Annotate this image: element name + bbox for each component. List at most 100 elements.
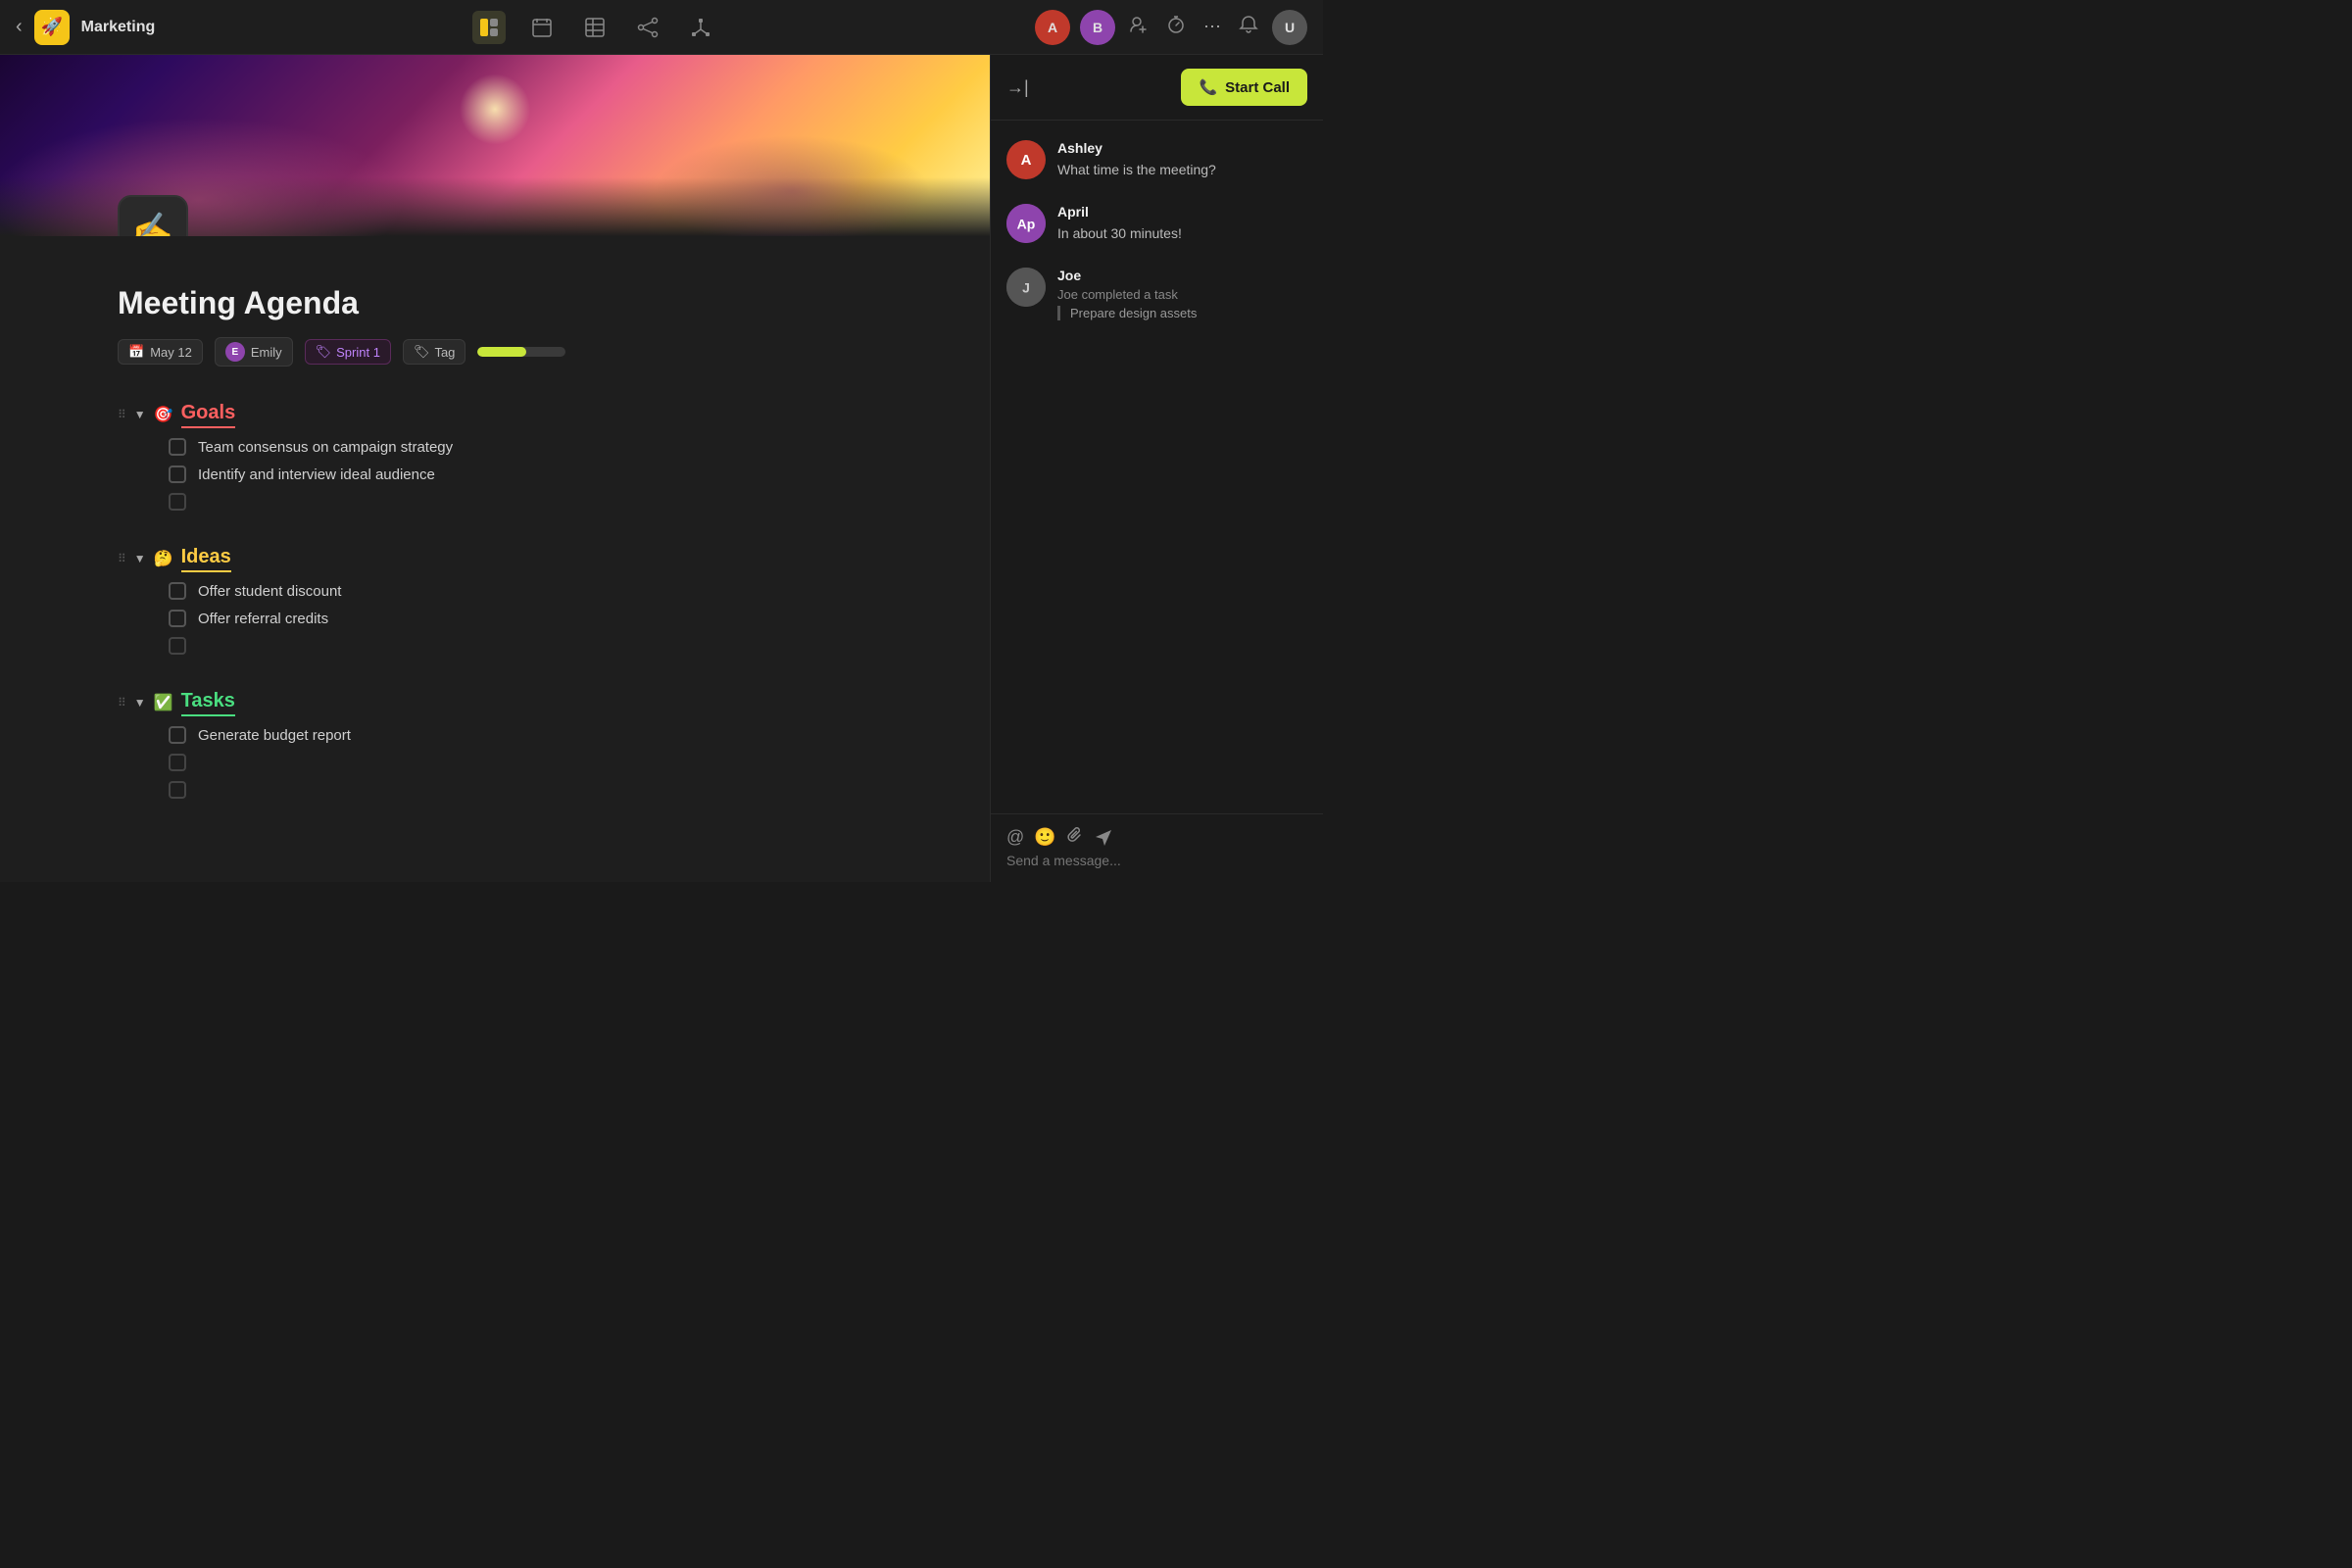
goals-checkbox-3[interactable] xyxy=(169,493,186,511)
progress-container xyxy=(477,347,565,357)
ashley-avatar: A xyxy=(1006,140,1046,179)
ideas-drag-handle[interactable]: ⠿ xyxy=(118,552,124,565)
joe-message-body: Joe Joe completed a task Prepare design … xyxy=(1057,268,1197,320)
meta-tag[interactable]: 🏷 Tag xyxy=(403,339,466,365)
back-button[interactable]: ‹ xyxy=(16,16,23,38)
goals-item-2: Identify and interview ideal audience xyxy=(169,466,872,483)
ideas-collapse-btn[interactable]: ▼ xyxy=(134,552,146,565)
goals-checkbox-1[interactable] xyxy=(169,438,186,456)
svg-text:J: J xyxy=(1022,280,1030,296)
label-icon: 🏷 xyxy=(414,344,430,360)
topnav: ‹ 🚀 Marketing A B ⋯ xyxy=(0,0,1323,55)
ideas-item-2: Offer referral credits xyxy=(169,610,872,627)
april-avatar: Ap xyxy=(1006,204,1046,243)
goals-item-1-text: Team consensus on campaign strategy xyxy=(198,439,453,456)
tasks-item-2 xyxy=(169,754,872,771)
svg-text:Ap: Ap xyxy=(1017,217,1036,232)
nav-center xyxy=(155,11,1035,44)
attachment-button[interactable] xyxy=(1066,826,1084,849)
joe-name: Joe xyxy=(1057,268,1197,283)
meta-tag-value: Tag xyxy=(434,345,455,360)
tasks-item-3 xyxy=(169,781,872,799)
nav-left: ‹ 🚀 Marketing xyxy=(16,10,155,45)
april-name: April xyxy=(1057,204,1182,220)
joe-task-label: Joe completed a task xyxy=(1057,287,1197,302)
goals-drag-handle[interactable]: ⠿ xyxy=(118,408,124,421)
progress-bar-fill xyxy=(477,347,526,357)
mention-button[interactable]: @ xyxy=(1006,827,1024,848)
doc-meta: 📅 May 12 E Emily 🏷 Sprint 1 🏷 Tag xyxy=(118,337,872,367)
send-button[interactable] xyxy=(1094,828,1113,848)
doc-icon: ✍️ xyxy=(118,195,188,236)
document-content: ✍️ Meeting Agenda 📅 May 12 E Emily 🏷 Spr… xyxy=(0,55,990,882)
tool-table[interactable] xyxy=(578,11,612,44)
progress-bar xyxy=(477,347,565,357)
tool-share[interactable] xyxy=(631,11,664,44)
panel-top: →| 📞 Start Call xyxy=(991,55,1323,121)
ideas-item-3 xyxy=(169,637,872,655)
ideas-checkbox-3[interactable] xyxy=(169,637,186,655)
meta-date[interactable]: 📅 May 12 xyxy=(118,339,203,365)
doc-title: Meeting Agenda xyxy=(118,285,872,321)
section-ideas-header: ⠿ ▼ 🤔 Ideas xyxy=(118,546,872,570)
current-user-avatar[interactable]: U xyxy=(1272,10,1307,45)
message-ashley: A Ashley What time is the meeting? xyxy=(1006,140,1307,180)
meta-sprint-value: Sprint 1 xyxy=(336,345,380,360)
calendar-icon: 📅 xyxy=(128,344,144,360)
logo-emoji: 🚀 xyxy=(40,17,62,37)
tool-split[interactable] xyxy=(472,11,506,44)
messages-list: A Ashley What time is the meeting? Ap Ap… xyxy=(991,121,1323,813)
message-joe: J Joe Joe completed a task Prepare desig… xyxy=(1006,268,1307,320)
ideas-checkbox-1[interactable] xyxy=(169,582,186,600)
assignee-avatar: E xyxy=(225,342,245,362)
avatar-user1: A xyxy=(1035,10,1070,45)
tasks-checkbox-2[interactable] xyxy=(169,754,186,771)
ideas-item-2-text: Offer referral credits xyxy=(198,611,328,627)
april-text: In about 30 minutes! xyxy=(1057,223,1182,244)
start-call-button[interactable]: 📞 Start Call xyxy=(1181,69,1307,106)
section-goals: ⠿ ▼ 🎯 Goals Team consensus on campaign s… xyxy=(118,402,872,511)
tasks-items: Generate budget report xyxy=(169,726,872,799)
add-member-button[interactable] xyxy=(1125,11,1152,43)
goals-item-1: Team consensus on campaign strategy xyxy=(169,438,872,456)
panel-collapse-button[interactable]: →| xyxy=(1006,77,1029,98)
goals-title: Goals xyxy=(181,402,236,426)
ashley-name: Ashley xyxy=(1057,140,1216,156)
meta-date-value: May 12 xyxy=(150,345,192,360)
tasks-title: Tasks xyxy=(181,690,235,714)
meta-sprint[interactable]: 🏷 Sprint 1 xyxy=(305,339,391,365)
tasks-emoji: ✅ xyxy=(154,693,173,712)
goals-items: Team consensus on campaign strategy Iden… xyxy=(169,438,872,511)
meta-assignee-name: Emily xyxy=(251,345,282,360)
ideas-checkbox-2[interactable] xyxy=(169,610,186,627)
emoji-button[interactable]: 🙂 xyxy=(1034,827,1055,848)
ideas-emoji: 🤔 xyxy=(154,549,173,568)
tasks-checkbox-1[interactable] xyxy=(169,726,186,744)
tasks-drag-handle[interactable]: ⠿ xyxy=(118,696,124,710)
goals-emoji: 🎯 xyxy=(154,405,173,424)
avatar-user2: B xyxy=(1080,10,1115,45)
goals-checkbox-2[interactable] xyxy=(169,466,186,483)
more-button[interactable]: ⋯ xyxy=(1200,13,1225,41)
tasks-collapse-btn[interactable]: ▼ xyxy=(134,696,146,710)
message-input[interactable] xyxy=(1006,853,1184,868)
ideas-title: Ideas xyxy=(181,546,231,570)
main-area: ✍️ Meeting Agenda 📅 May 12 E Emily 🏷 Spr… xyxy=(0,55,1323,882)
message-april: Ap April In about 30 minutes! xyxy=(1006,204,1307,244)
nav-right: A B ⋯ U xyxy=(1035,10,1307,45)
ideas-item-1: Offer student discount xyxy=(169,582,872,600)
timer-button[interactable] xyxy=(1162,11,1190,43)
meta-assignee[interactable]: E Emily xyxy=(215,337,293,367)
tool-org[interactable] xyxy=(684,11,717,44)
tasks-checkbox-3[interactable] xyxy=(169,781,186,799)
phone-icon: 📞 xyxy=(1199,78,1217,96)
notifications-button[interactable] xyxy=(1235,11,1262,43)
goals-item-3 xyxy=(169,493,872,511)
goals-collapse-btn[interactable]: ▼ xyxy=(134,408,146,421)
tasks-item-1-text: Generate budget report xyxy=(198,727,351,744)
doc-body: Meeting Agenda 📅 May 12 E Emily 🏷 Sprint… xyxy=(0,236,990,873)
tag-icon: 🏷 xyxy=(316,344,332,360)
goals-item-2-text: Identify and interview ideal audience xyxy=(198,466,435,483)
tool-calendar[interactable] xyxy=(525,11,559,44)
ashley-message-body: Ashley What time is the meeting? xyxy=(1057,140,1216,180)
